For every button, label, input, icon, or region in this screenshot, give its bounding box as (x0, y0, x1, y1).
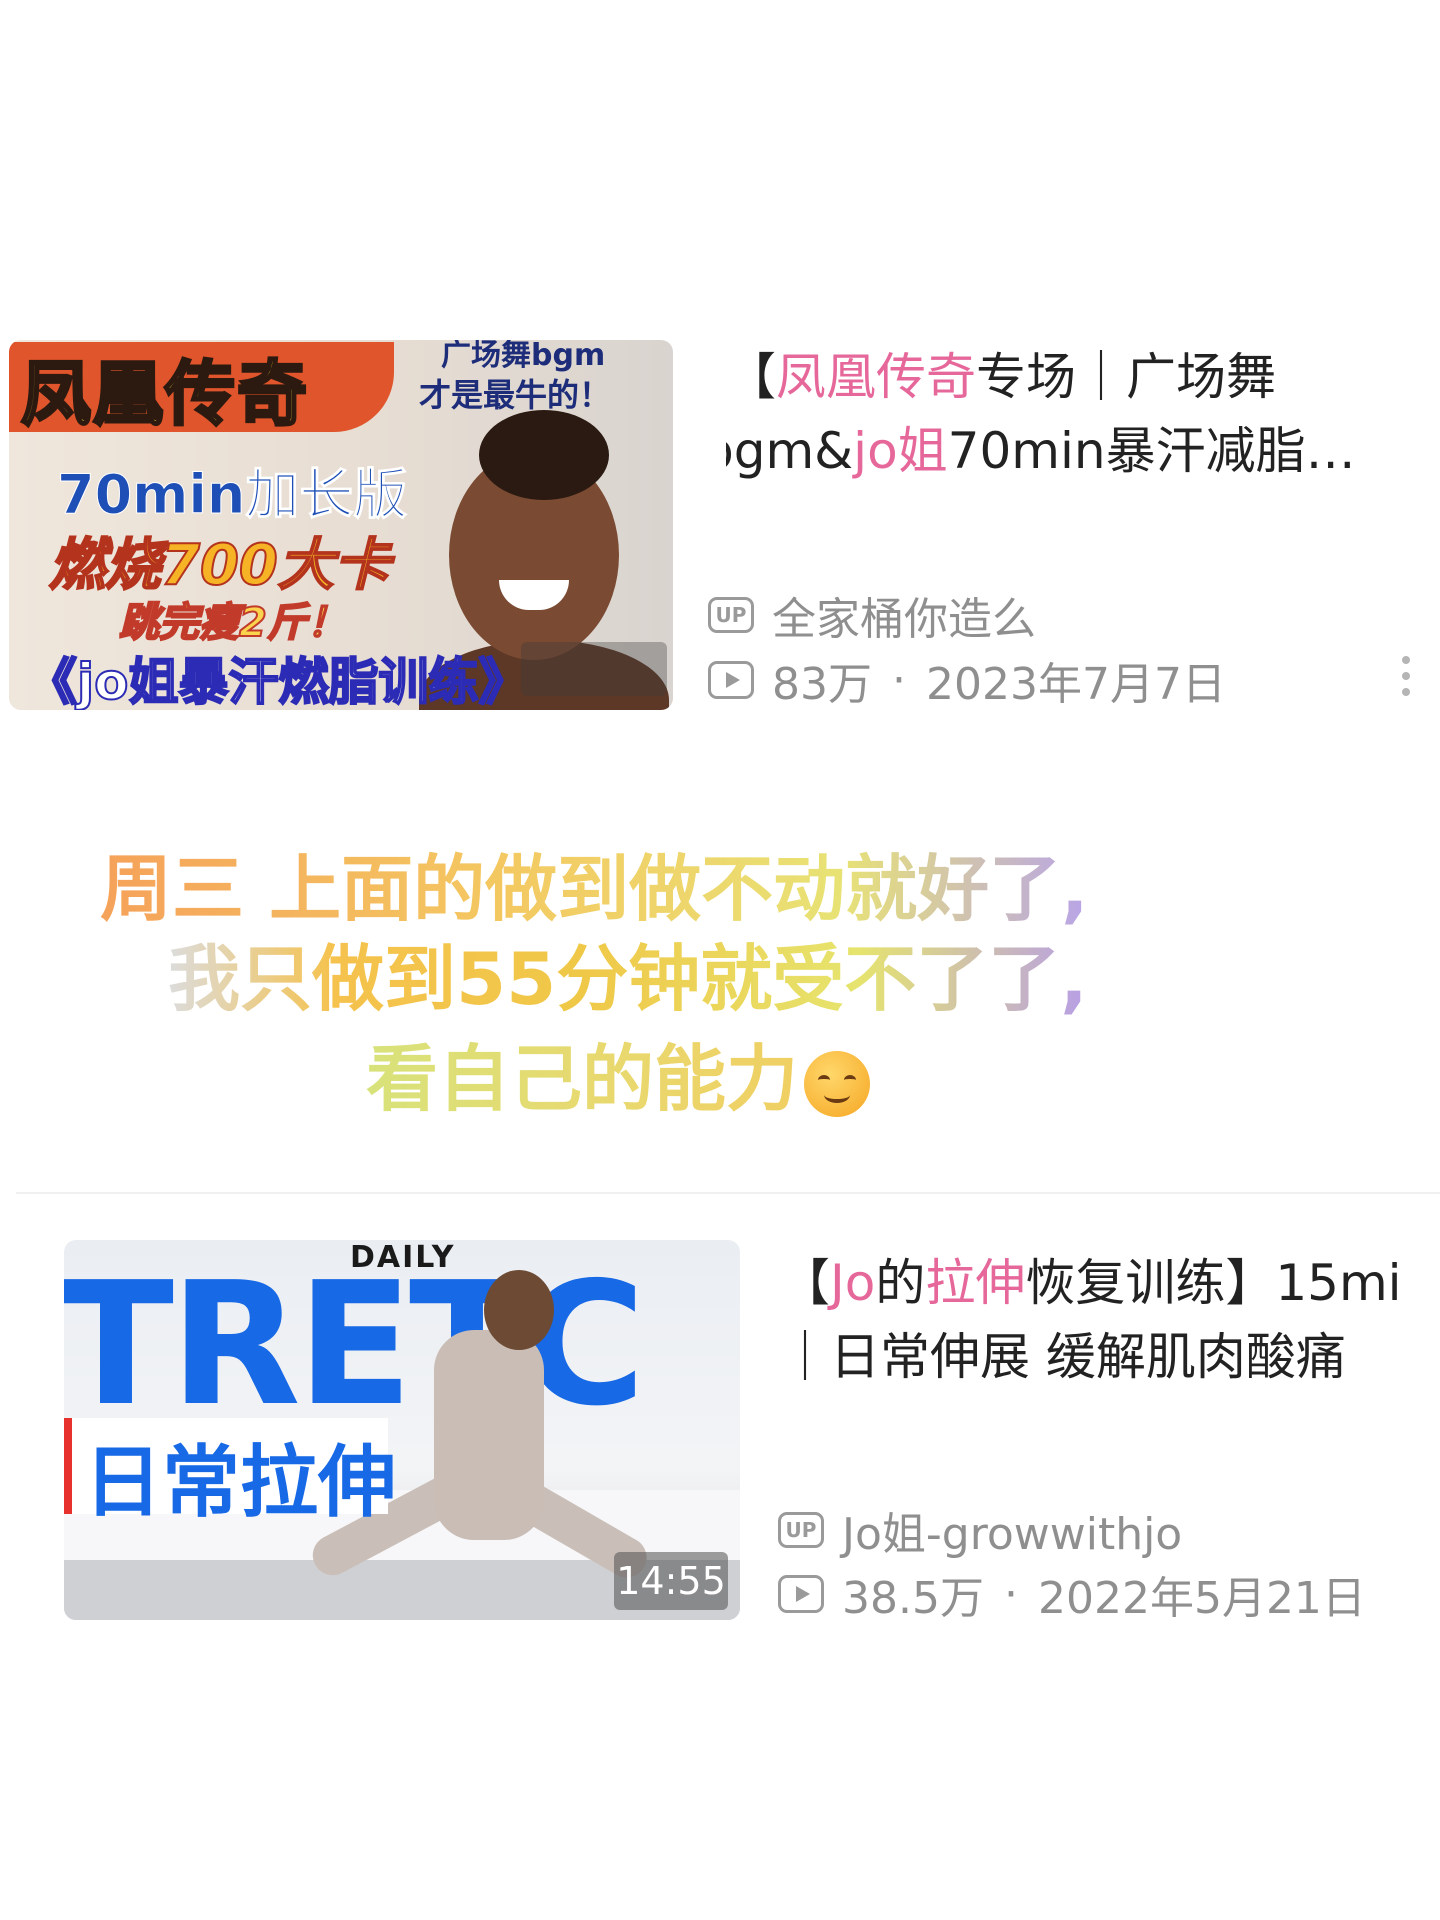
title-text: bgm& (726, 422, 854, 480)
title-text: 恢复训练】15mi (1025, 1254, 1402, 1312)
thumbnail-cn-text: 日常拉伸 (84, 1438, 397, 1528)
duration-badge (521, 642, 667, 696)
caption-text-1: 周三 上面的做到做不动就好了, (100, 847, 1089, 931)
title-highlight: 拉伸 (925, 1254, 1026, 1312)
video-title[interactable]: 【Jo的拉伸恢复训练】15mi ｜日常伸展 缓解肌肉酸痛 (780, 1246, 1440, 1394)
thumbnail-cn-label: 日常拉伸 (72, 1418, 396, 1528)
title-highlight: Jo (830, 1254, 876, 1312)
view-count: 83万 (772, 659, 872, 710)
title-bracket: 【 (726, 348, 776, 406)
meta-separator: · (1003, 1568, 1018, 1620)
thumbnail-promise: 跳完瘦2斤！ (118, 599, 348, 647)
video-title-line2: bgm&jo姐70min暴汗减脂… (726, 414, 1416, 488)
stats-row: 83万 · 2023年7月7日 (708, 648, 1226, 712)
caption-text-2: 我只做到55分钟就受不了了, (168, 937, 1088, 1021)
thumbnail-side-top: 广场舞bgm (441, 340, 606, 373)
duration-badge: 14:55 (614, 1552, 728, 1610)
title-text: 的 (875, 1254, 926, 1312)
caption-line-2: 我只做到55分钟就受不了了, (168, 920, 1440, 1025)
video-title[interactable]: 【凤凰传奇专场｜广场舞 bgm&jo姐70min暴汗减脂… (726, 340, 1416, 488)
uploader-name: Jo姐-growwithjo (842, 1509, 1183, 1560)
meta-separator: · (892, 654, 906, 706)
list-divider (16, 1192, 1440, 1194)
stats-row: 38.5万 · 2022年5月21日 (778, 1562, 1366, 1626)
thumbnail-series: 《jo姐暴汗燃脂训练》 (26, 652, 529, 710)
thumbnail-subtitle: 70min加长版 (56, 463, 408, 527)
thumbnail-big-text: TRETC (64, 1246, 646, 1444)
up-icon: UP (778, 1512, 824, 1548)
smile-emoji-icon (804, 1051, 871, 1118)
title-text: 70min暴汗减脂… (947, 422, 1356, 480)
video-title-line1: 【凤凰传奇专场｜广场舞 (726, 340, 1416, 414)
thumbnail-daily: DAILY (350, 1240, 456, 1275)
title-highlight: jo姐 (853, 422, 948, 480)
thumbnail-burn: 燃烧700大卡 (48, 532, 391, 599)
label-accent-bar (64, 1418, 72, 1514)
title-bracket: 【 (780, 1254, 830, 1312)
play-count-icon (708, 661, 754, 699)
video-thumbnail[interactable]: 凤凰传奇 广场舞bgm 才是最牛的！ 70min加长版 燃烧700大卡 跳完瘦2… (9, 340, 673, 710)
presenter-hair (479, 410, 609, 500)
thumbnail-side-bottom: 才是最牛的！ (419, 376, 612, 414)
title-text: 专场｜广场舞 (976, 348, 1276, 406)
caption-line-3: 看自己的能力 (366, 1020, 1440, 1125)
video-title-line2: ｜日常伸展 缓解肌肉酸痛 (780, 1328, 1346, 1386)
play-count-icon (778, 1575, 824, 1613)
presenter-head (484, 1270, 554, 1350)
title-highlight: 凤凰传奇 (776, 348, 976, 406)
thumbnail-banner: 凤凰传奇 (9, 342, 394, 437)
uploader-row[interactable]: UP Jo姐-growwithjo (778, 1498, 1182, 1562)
view-count: 38.5万 (842, 1573, 984, 1624)
upload-date: 2023年7月7日 (926, 659, 1226, 710)
presenter-body (434, 1330, 544, 1540)
uploader-name: 全家桶你造么 (772, 594, 1036, 645)
upload-date: 2022年5月21日 (1037, 1573, 1366, 1624)
more-options-icon[interactable] (1400, 656, 1412, 696)
up-icon: UP (708, 597, 754, 633)
caption-text-3: 看自己的能力 (366, 1037, 799, 1121)
thumbnail-title: 凤凰传奇 (20, 352, 309, 437)
video-thumbnail[interactable]: TRETC DAILY 日常拉伸 14:55 (64, 1240, 740, 1620)
video-title-line1: 【Jo的拉伸恢复训练】15mi (780, 1246, 1440, 1320)
uploader-row[interactable]: UP 全家桶你造么 (708, 583, 1036, 647)
